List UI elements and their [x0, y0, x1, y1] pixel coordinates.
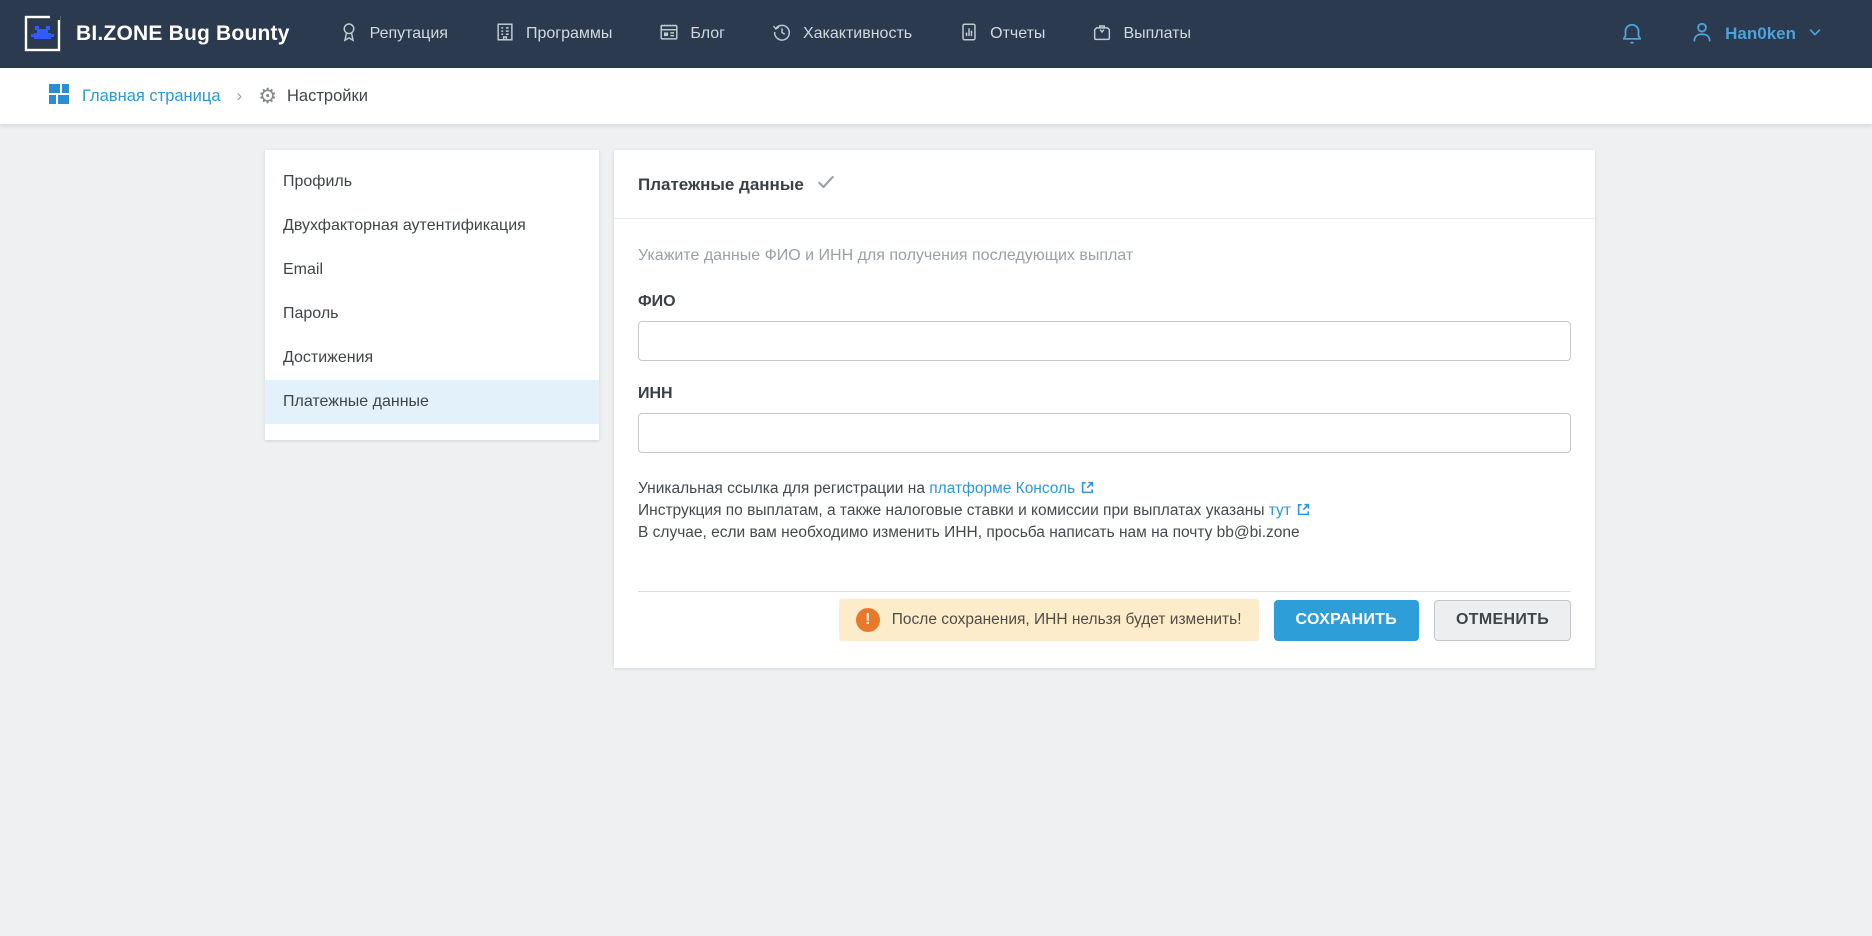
breadcrumb-current: ⚙ Настройки	[258, 86, 368, 107]
note-text: Инструкция по выплатам, а также налоговы…	[638, 502, 1269, 519]
field-inn: ИНН	[638, 385, 1571, 453]
breadcrumb-separator: ›	[237, 86, 243, 106]
nav-item-hackactivity[interactable]: Хакактивность	[771, 21, 912, 48]
nav-item-reputation[interactable]: Репутация	[338, 21, 448, 48]
note-line-console: Уникальная ссылка для регистрации на пла…	[638, 479, 1571, 501]
bug-logo-icon	[24, 15, 62, 53]
external-link-icon[interactable]	[1080, 480, 1095, 501]
sidebar-item-profile[interactable]: Профиль	[265, 160, 599, 204]
newspaper-icon	[658, 21, 680, 48]
history-icon	[771, 21, 793, 48]
nav-item-programs[interactable]: Программы	[494, 21, 612, 48]
report-icon	[958, 21, 980, 48]
note-line-change-inn: В случае, если вам необходимо изменить И…	[638, 523, 1571, 543]
nav-label: Репутация	[370, 25, 448, 43]
nav-item-payouts[interactable]: Выплаты	[1091, 21, 1191, 48]
inn-warning-banner: ! После сохранения, ИНН нельзя будет изм…	[839, 599, 1259, 641]
nav-label: Отчеты	[990, 25, 1045, 43]
user-icon	[1689, 19, 1715, 50]
cancel-button[interactable]: ОТМЕНИТЬ	[1434, 600, 1571, 641]
breadcrumb-current-label: Настройки	[287, 87, 368, 106]
sidebar-item-password[interactable]: Пароль	[265, 292, 599, 336]
top-navigation-bar: BI.ZONE Bug Bounty Репутация Программы	[0, 0, 1872, 68]
main-nav: Репутация Программы Блог	[338, 21, 1191, 48]
panel-footer: ! После сохранения, ИНН нельзя будет изм…	[638, 591, 1571, 641]
breadcrumb-home-label: Главная страница	[82, 87, 221, 106]
warning-text: После сохранения, ИНН нельзя будет измен…	[892, 611, 1242, 629]
nav-item-blog[interactable]: Блог	[658, 21, 725, 48]
payment-data-panel: Платежные данные Укажите данные ФИО и ИН…	[614, 150, 1595, 668]
briefcase-icon	[1091, 21, 1113, 48]
warning-icon: !	[856, 608, 880, 632]
sidebar-item-two-factor[interactable]: Двухфакторная аутентификация	[265, 204, 599, 248]
nav-item-reports[interactable]: Отчеты	[958, 21, 1045, 48]
payout-instructions-link[interactable]: тут	[1269, 502, 1291, 519]
user-menu[interactable]: Han0ken	[1689, 19, 1824, 50]
award-icon	[338, 21, 360, 48]
dashboard-icon	[48, 83, 70, 110]
brand-logo-home[interactable]: BI.ZONE Bug Bounty	[24, 15, 290, 53]
inn-label: ИНН	[638, 385, 1571, 403]
building-icon	[494, 21, 516, 48]
brand-title: BI.ZONE Bug Bounty	[76, 22, 290, 46]
breadcrumb-home-link[interactable]: Главная страница	[48, 83, 221, 110]
panel-body: Укажите данные ФИО и ИНН для получения п…	[614, 219, 1595, 668]
check-icon	[816, 172, 836, 197]
nav-label: Хакактивность	[803, 25, 912, 43]
note-line-instructions: Инструкция по выплатам, а также налоговы…	[638, 501, 1571, 523]
external-link-icon[interactable]	[1296, 502, 1311, 523]
panel-title: Платежные данные	[638, 175, 804, 195]
nav-label: Программы	[526, 25, 612, 43]
notes-block: Уникальная ссылка для регистрации на пла…	[638, 479, 1571, 543]
nav-label: Выплаты	[1123, 25, 1191, 43]
breadcrumb: Главная страница › ⚙ Настройки	[0, 68, 1872, 124]
fio-label: ФИО	[638, 293, 1571, 311]
panel-header: Платежные данные	[614, 150, 1595, 219]
console-platform-link[interactable]: платформе Консоль	[929, 480, 1075, 497]
inn-input[interactable]	[638, 413, 1571, 453]
sidebar-item-email[interactable]: Email	[265, 248, 599, 292]
user-name: Han0ken	[1725, 24, 1796, 44]
sidebar-item-payment-data[interactable]: Платежные данные	[265, 380, 599, 424]
chevron-down-icon	[1806, 23, 1824, 46]
topbar-right: Han0ken	[1619, 19, 1824, 50]
bell-icon[interactable]	[1619, 21, 1645, 47]
note-text: Уникальная ссылка для регистрации на	[638, 480, 929, 497]
fio-input[interactable]	[638, 321, 1571, 361]
settings-sidebar: Профиль Двухфакторная аутентификация Ema…	[265, 150, 599, 440]
panel-description: Укажите данные ФИО и ИНН для получения п…	[638, 247, 1571, 265]
save-button[interactable]: СОХРАНИТЬ	[1274, 600, 1420, 641]
field-fio: ФИО	[638, 293, 1571, 361]
content-area: Профиль Двухфакторная аутентификация Ema…	[265, 150, 1595, 668]
nav-label: Блог	[690, 25, 725, 43]
gear-icon: ⚙	[258, 86, 277, 107]
sidebar-item-achievements[interactable]: Достижения	[265, 336, 599, 380]
